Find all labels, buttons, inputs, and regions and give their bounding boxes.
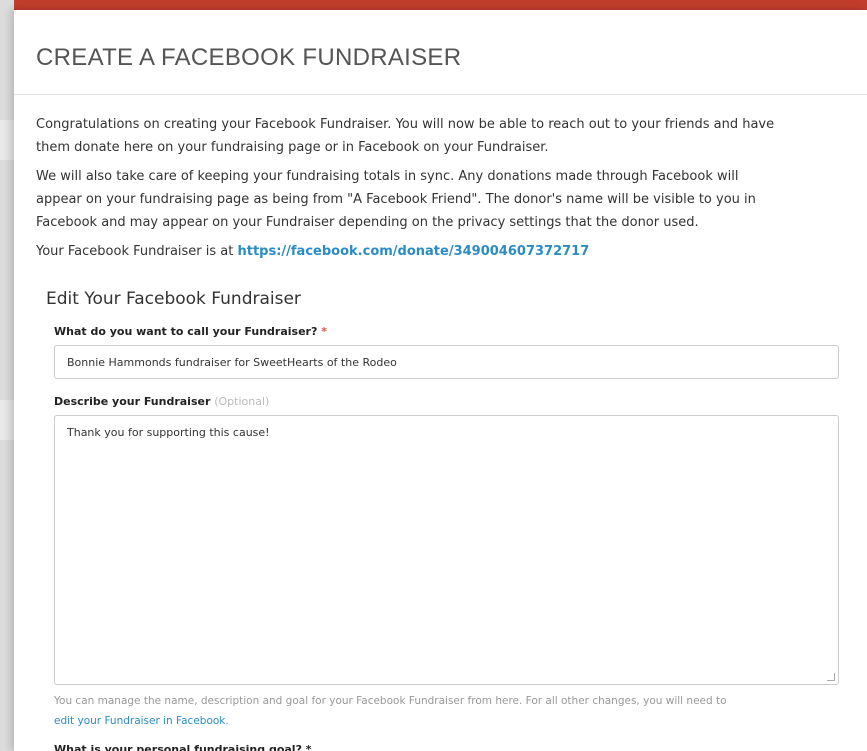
create-fundraiser-modal: CREATE A FACEBOOK FUNDRAISER Congratulat…: [14, 10, 867, 751]
fundraiser-name-input[interactable]: [54, 345, 839, 379]
help-text-end: .: [225, 715, 229, 727]
fundraiser-description-textarea[interactable]: Thank you for supporting this cause!: [54, 415, 839, 685]
fundraiser-url-link[interactable]: https://facebook.com/donate/349004607372…: [237, 244, 589, 259]
edit-section-title: Edit Your Facebook Fundraiser: [46, 289, 301, 309]
name-label-text: What do you want to call your Fundraiser…: [54, 325, 318, 338]
resize-handle-icon[interactable]: [827, 673, 835, 681]
edit-fundraiser-form: What do you want to call your Fundraiser…: [54, 325, 839, 751]
manage-help-text: You can manage the name, description and…: [54, 691, 839, 731]
modal-title: CREATE A FACEBOOK FUNDRAISER: [36, 44, 462, 71]
intro-paragraph: Congratulations on creating your Faceboo…: [36, 113, 845, 159]
sync-line-3: Facebook and may appear on your Fundrais…: [36, 215, 699, 230]
edit-in-facebook-link[interactable]: edit your Fundraiser in Facebook: [54, 715, 225, 727]
description-field-label: Describe your Fundraiser (Optional): [54, 395, 839, 408]
sync-line-1: We will also take care of keeping your f…: [36, 169, 739, 184]
background-stripe: [0, 120, 14, 160]
help-text-body: You can manage the name, description and…: [54, 695, 727, 707]
required-marker: *: [321, 325, 327, 338]
goal-label-text: What is your personal fundraising goal?: [54, 743, 302, 751]
modal-body: Congratulations on creating your Faceboo…: [14, 95, 867, 751]
goal-required-marker: *: [305, 743, 312, 751]
sync-paragraph: We will also take care of keeping your f…: [36, 165, 845, 234]
top-accent-bar: [0, 0, 867, 10]
fundraiser-link-paragraph: Your Facebook Fundraiser is at https://f…: [36, 240, 845, 263]
intro-line-1: Congratulations on creating your Faceboo…: [36, 117, 775, 132]
goal-field-label: What is your personal fundraising goal? …: [54, 743, 839, 751]
background-stripe: [0, 400, 14, 440]
description-label-text: Describe your Fundraiser: [54, 395, 211, 408]
sync-line-2: appear on your fundraising page as being…: [36, 192, 756, 207]
intro-line-2: them donate here on your fundraising pag…: [36, 140, 549, 155]
modal-header: CREATE A FACEBOOK FUNDRAISER: [14, 10, 867, 95]
background-page: [0, 0, 14, 751]
description-value: Thank you for supporting this cause!: [67, 426, 270, 439]
optional-marker: (Optional): [214, 395, 270, 408]
name-field-label: What do you want to call your Fundraiser…: [54, 325, 839, 338]
fundraiser-link-prefix: Your Facebook Fundraiser is at: [36, 244, 238, 259]
